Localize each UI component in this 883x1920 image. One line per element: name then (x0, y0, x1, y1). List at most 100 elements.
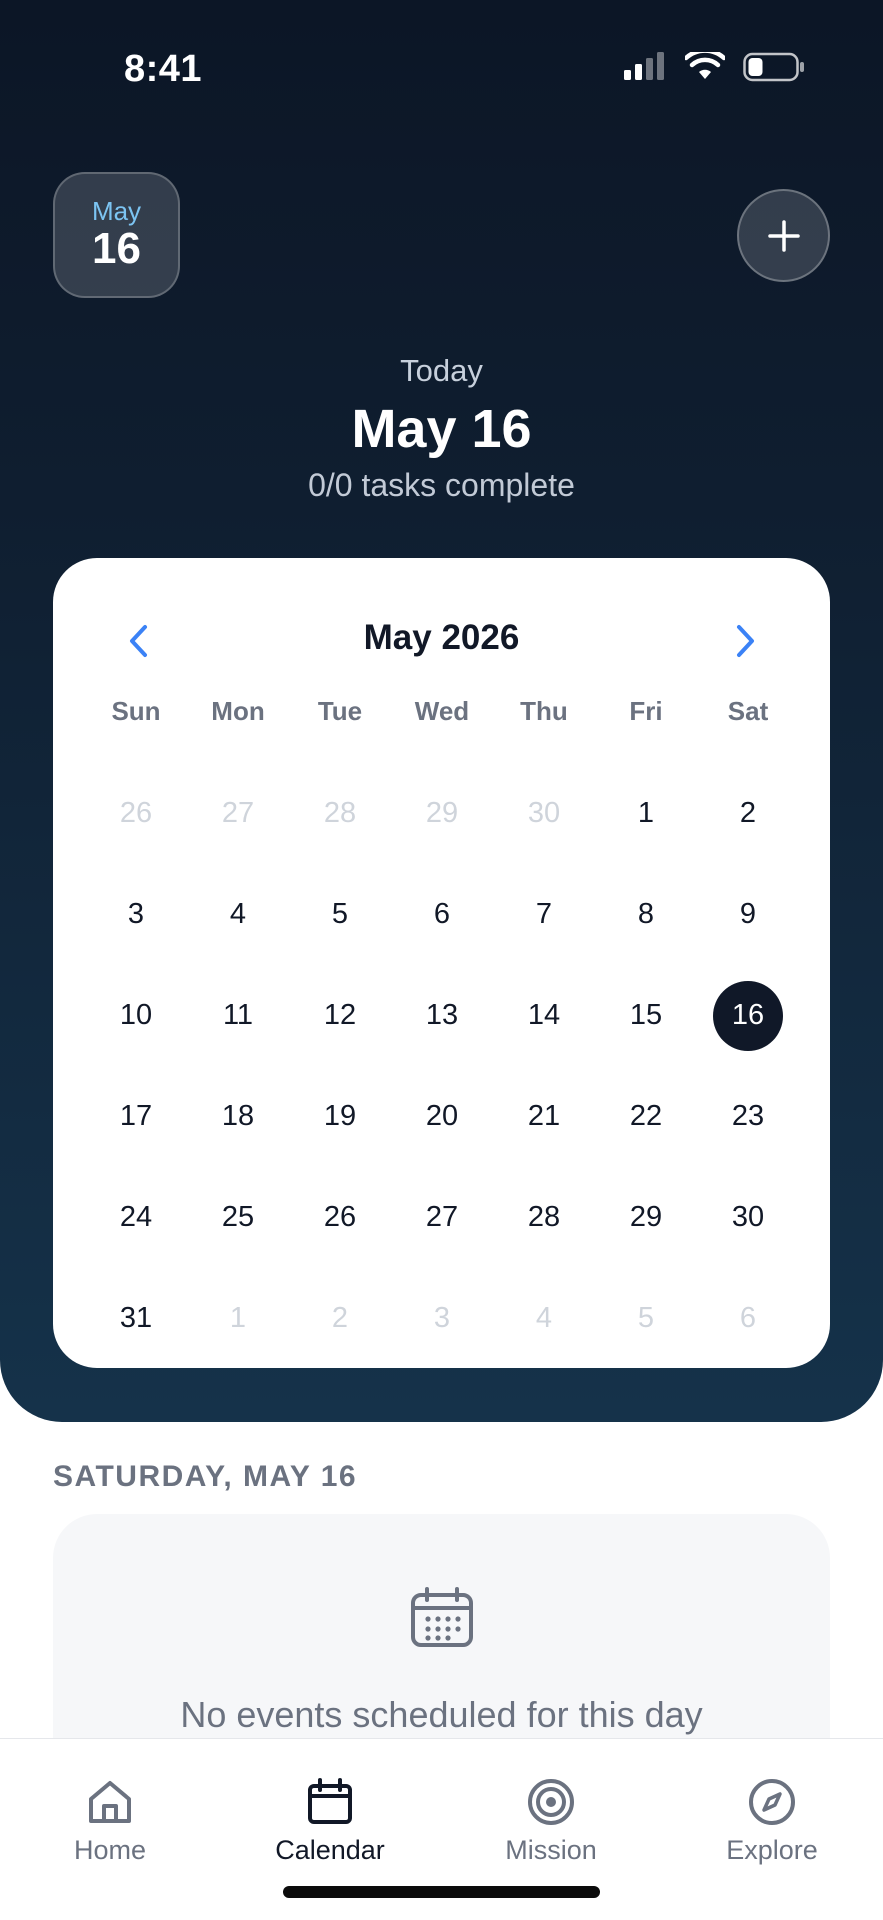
calendar-day[interactable]: 28 (289, 763, 391, 864)
calendar-day[interactable]: 5 (595, 1268, 697, 1369)
calendar-day-number: 25 (221, 1201, 255, 1233)
calendar-day[interactable]: 7 (493, 864, 595, 965)
calendar-day[interactable]: 20 (391, 1066, 493, 1167)
calendar-header: May 2026 (53, 610, 830, 670)
calendar-empty-icon (411, 1587, 473, 1647)
calendar-day-number: 5 (331, 898, 349, 930)
next-month-button[interactable] (721, 616, 771, 666)
calendar-day-number: 6 (739, 1302, 757, 1334)
add-button[interactable] (737, 189, 830, 282)
page-title: May 16 (351, 399, 532, 459)
calendar-day[interactable]: 6 (697, 1268, 799, 1369)
calendar-day-number: 28 (323, 797, 357, 829)
calendar-day-number: 4 (535, 1302, 553, 1334)
calendar-day[interactable]: 28 (493, 1167, 595, 1268)
calendar-day-number: 27 (221, 797, 255, 829)
calendar-day-number: 5 (637, 1302, 655, 1334)
calendar-day[interactable]: 27 (187, 763, 289, 864)
tab-home[interactable]: Home (20, 1777, 200, 1866)
calendar-day-number: 18 (221, 1100, 255, 1132)
signal-icon (624, 52, 664, 80)
calendar-day[interactable]: 3 (391, 1268, 493, 1369)
calendar-day-number: 20 (425, 1100, 459, 1132)
calendar-day[interactable]: 1 (595, 763, 697, 864)
calendar-day[interactable]: 6 (391, 864, 493, 965)
badge-day: 16 (92, 224, 141, 274)
calendar-day[interactable]: 31 (85, 1268, 187, 1369)
calendar-day[interactable]: 9 (697, 864, 799, 965)
calendar-day[interactable]: 24 (85, 1167, 187, 1268)
calendar-day[interactable]: 18 (187, 1066, 289, 1167)
calendar-grid: 26 27 28 29 30 1 2 3 4 5 6 7 8 9 10 11 12 13 14 15 16 17 18 19 2… (85, 763, 799, 1369)
tab-mission-label: Mission (505, 1835, 597, 1865)
calendar-day[interactable]: 22 (595, 1066, 697, 1167)
calendar-day[interactable]: 17 (85, 1066, 187, 1167)
selected-day-label: SATURDAY, MAY 16 (53, 1460, 358, 1493)
calendar-day-number: 13 (425, 999, 459, 1031)
calendar-day[interactable]: 3 (85, 864, 187, 965)
calendar-day[interactable]: 10 (85, 965, 187, 1066)
calendar-day[interactable]: 29 (595, 1167, 697, 1268)
weekday-label: Sun (111, 696, 161, 726)
calendar-day[interactable]: 14 (493, 965, 595, 1066)
calendar-day[interactable]: 27 (391, 1167, 493, 1268)
calendar-day[interactable]: 23 (697, 1066, 799, 1167)
calendar-day[interactable]: 29 (391, 763, 493, 864)
target-icon (528, 1779, 574, 1825)
calendar-day[interactable]: 30 (493, 763, 595, 864)
tab-mission[interactable]: Mission (461, 1777, 641, 1866)
calendar-day-number: 29 (425, 797, 459, 829)
calendar-day[interactable]: 2 (697, 763, 799, 864)
compass-icon (749, 1779, 795, 1825)
calendar-day[interactable]: 4 (187, 864, 289, 965)
badge-month: May (91, 195, 142, 226)
calendar-day-number: 6 (433, 898, 451, 930)
calendar-day[interactable]: 25 (187, 1167, 289, 1268)
calendar-day[interactable]: 8 (595, 864, 697, 965)
wifi-icon (685, 52, 725, 79)
calendar-day-number: 3 (127, 898, 145, 930)
calendar-day[interactable]: 12 (289, 965, 391, 1066)
calendar-day-number: 8 (637, 898, 655, 930)
weekday-label: Sat (727, 696, 769, 726)
weekday-label: Wed (414, 696, 470, 726)
calendar-day-number: 16 (713, 980, 783, 1051)
calendar-day[interactable]: 21 (493, 1066, 595, 1167)
calendar-day-number: 28 (527, 1201, 561, 1233)
calendar-day[interactable]: 5 (289, 864, 391, 965)
calendar-day-number: 23 (731, 1100, 765, 1132)
empty-state-text: No events scheduled for this day (180, 1694, 703, 1735)
battery-icon (743, 52, 804, 82)
chevron-right-icon (737, 625, 754, 657)
calendar-day[interactable]: 19 (289, 1066, 391, 1167)
calendar-day-number: 9 (739, 898, 757, 930)
calendar-day[interactable]: 15 (595, 965, 697, 1066)
calendar-day-number: 30 (527, 797, 561, 829)
calendar-day-number: 22 (629, 1100, 663, 1132)
calendar-day-number: 2 (331, 1302, 349, 1334)
calendar-day-selected[interactable]: 16 (697, 965, 799, 1066)
calendar-day[interactable]: 2 (289, 1268, 391, 1369)
calendar-day[interactable]: 26 (85, 763, 187, 864)
calendar-day-number: 4 (229, 898, 247, 930)
tab-calendar[interactable]: Calendar (240, 1777, 420, 1866)
calendar-day-number: 26 (323, 1201, 357, 1233)
calendar-day[interactable]: 26 (289, 1167, 391, 1268)
calendar-day-number: 12 (323, 999, 357, 1031)
calendar-day-number: 26 (119, 797, 153, 829)
calendar-day[interactable]: 1 (187, 1268, 289, 1369)
calendar-day[interactable]: 11 (187, 965, 289, 1066)
calendar-day-number: 2 (739, 797, 757, 829)
calendar-day[interactable]: 30 (697, 1167, 799, 1268)
calendar-day-number: 30 (731, 1201, 765, 1233)
calendar-day-number: 15 (629, 999, 663, 1031)
calendar-day-number: 24 (119, 1201, 153, 1233)
tab-explore-label: Explore (726, 1835, 818, 1865)
weekday-label: Tue (317, 696, 363, 726)
tab-explore[interactable]: Explore (682, 1777, 862, 1866)
calendar-day[interactable]: 4 (493, 1268, 595, 1369)
calendar-card: May 2026 Sun Mon Tue Wed Thu Fri Sat 26 27 28 29 3… (53, 558, 830, 1368)
calendar-day-number: 10 (119, 999, 153, 1031)
calendar-day[interactable]: 13 (391, 965, 493, 1066)
date-badge[interactable]: May 16 (53, 172, 180, 298)
